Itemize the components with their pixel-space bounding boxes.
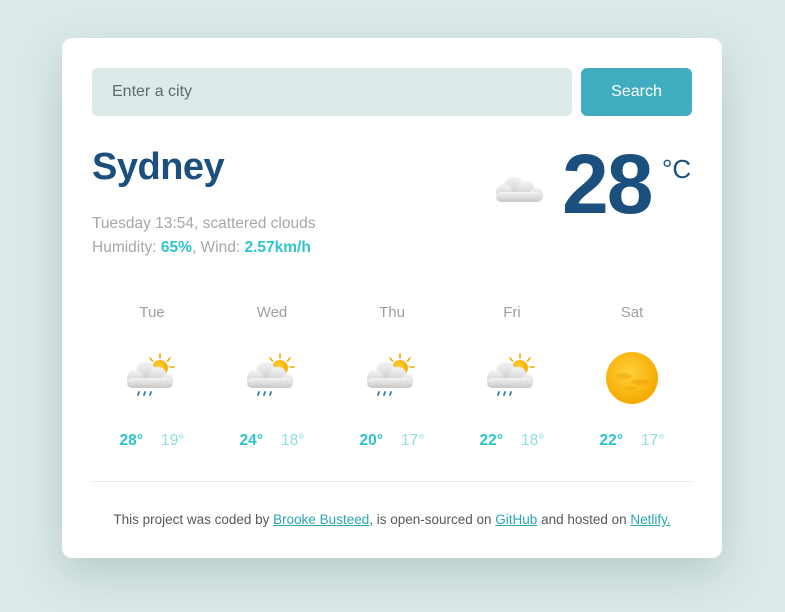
netlify-link[interactable]: Netlify.	[630, 512, 670, 527]
forecast-min-temp: 17°	[401, 432, 425, 449]
divider	[92, 481, 692, 482]
temperature-unit-toggle[interactable]: °C	[662, 154, 691, 185]
sun-cloud-rain-icon	[487, 353, 535, 396]
forecast-temps: 20° 17°	[332, 432, 452, 450]
forecast-day-name: Wed	[256, 304, 288, 321]
github-link[interactable]: GitHub	[495, 512, 537, 527]
forecast-min-temp: 18°	[521, 432, 545, 449]
forecast-day-name: Tue	[139, 304, 165, 321]
forecast: Tue 28° 19° Wed 24° 18° Thu 20° 17° Fri …	[92, 304, 692, 454]
city-name: Sydney	[92, 146, 225, 188]
wind-value: 2.57km/h	[244, 239, 311, 256]
forecast-max-temp: 22°	[599, 432, 623, 449]
forecast-temps: 28° 19°	[92, 432, 212, 450]
sun-cloud-rain-icon	[127, 353, 175, 396]
forecast-temps: 24° 18°	[212, 432, 332, 450]
forecast-day-name: Fri	[503, 304, 521, 321]
sun-icon	[606, 352, 658, 404]
scattered-clouds-icon	[496, 177, 543, 202]
search-form: Search	[92, 68, 692, 116]
forecast-day: Tue 28° 19°	[92, 304, 212, 454]
forecast-max-temp: 22°	[479, 432, 503, 449]
forecast-day: Fri 22° 18°	[452, 304, 572, 454]
forecast-max-temp: 20°	[359, 432, 383, 449]
humidity-wind-line: Humidity: 65%, Wind: 2.57km/h	[92, 236, 315, 260]
forecast-temps: 22° 17°	[572, 432, 692, 450]
forecast-day-name: Thu	[379, 304, 405, 321]
forecast-max-temp: 28°	[119, 432, 143, 449]
weather-card: Search Sydney Tuesday 13:54, scattered c…	[62, 38, 722, 558]
forecast-day: Wed 24° 18°	[212, 304, 332, 454]
forecast-min-temp: 17°	[641, 432, 665, 449]
forecast-temps: 22° 18°	[452, 432, 572, 450]
humidity-value: 65%	[160, 239, 192, 256]
forecast-max-temp: 24°	[239, 432, 263, 449]
footer-text: This project was coded by	[113, 512, 274, 527]
sun-cloud-rain-icon	[247, 353, 295, 396]
date-description: Tuesday 13:54, scattered clouds	[92, 215, 316, 232]
footer-text: and hosted on	[537, 512, 631, 527]
footer-text: , is open-sourced on	[369, 512, 496, 527]
search-button[interactable]: Search	[581, 68, 692, 116]
city-search-input[interactable]	[92, 68, 572, 116]
forecast-day-name: Sat	[620, 304, 644, 321]
footer: This project was coded by Brooke Busteed…	[62, 512, 722, 527]
forecast-day: Sat 22° 17°	[572, 304, 692, 454]
sun-cloud-rain-icon	[367, 353, 415, 396]
forecast-day: Thu 20° 17°	[332, 304, 452, 454]
author-link[interactable]: Brooke Busteed	[273, 512, 369, 527]
forecast-min-temp: 19°	[161, 432, 185, 449]
current-details: Tuesday 13:54, scattered clouds Humidity…	[92, 212, 315, 260]
wind-label: , Wind:	[191, 239, 245, 256]
humidity-label: Humidity:	[92, 239, 161, 256]
forecast-min-temp: 18°	[281, 432, 305, 449]
current-temperature: 28	[562, 137, 653, 231]
